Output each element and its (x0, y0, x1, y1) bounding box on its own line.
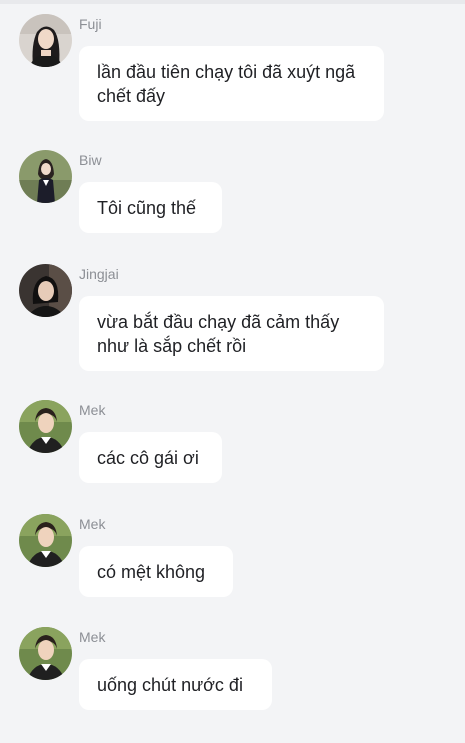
avatar-mek[interactable] (19, 627, 72, 680)
avatar-jingjai[interactable] (19, 264, 72, 317)
avatar-biw[interactable] (19, 150, 72, 203)
avatar-mek[interactable] (19, 400, 72, 453)
message-bubble[interactable]: có mệt không (79, 546, 233, 597)
sender-name: Mek (79, 402, 106, 418)
message-bubble[interactable]: uống chút nước đi (79, 659, 272, 710)
avatar-mek-icon (19, 400, 72, 453)
message-bubble[interactable]: Tôi cũng thế (79, 182, 222, 233)
avatar-fuji[interactable] (19, 14, 72, 67)
message-bubble[interactable]: các cô gái ơi (79, 432, 222, 483)
avatar-jingjai-icon (19, 264, 72, 317)
avatar-mek[interactable] (19, 514, 72, 567)
sender-name: Mek (79, 629, 106, 645)
avatar-mek-icon (19, 514, 72, 567)
message-bubble[interactable]: lần đầu tiên chạy tôi đã xuýt ngã chết đ… (79, 46, 384, 121)
avatar-fuji-icon (19, 14, 72, 67)
sender-name: Biw (79, 152, 102, 168)
avatar-biw-icon (19, 150, 72, 203)
sender-name: Fuji (79, 16, 102, 32)
message-bubble[interactable]: vừa bắt đầu chạy đã cảm thấy như là sắp … (79, 296, 384, 371)
sender-name: Jingjai (79, 266, 119, 282)
sender-name: Mek (79, 516, 106, 532)
top-divider (0, 0, 465, 4)
avatar-mek-icon (19, 627, 72, 680)
